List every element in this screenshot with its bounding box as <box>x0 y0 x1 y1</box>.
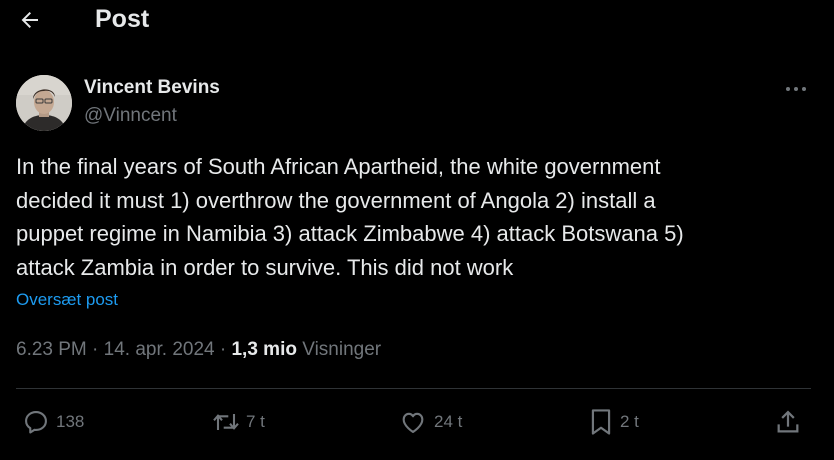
arrow-left-icon <box>21 12 38 28</box>
divider <box>16 388 811 389</box>
views-count: 1,3 mio <box>231 339 297 360</box>
author-handle[interactable]: @Vinncent <box>84 105 177 127</box>
post-header: Post <box>0 0 834 42</box>
bookmark-button[interactable]: 2 t <box>588 404 639 440</box>
heart-icon <box>402 412 424 433</box>
like-count: 24 t <box>434 412 463 431</box>
reply-button[interactable]: 138 <box>22 404 84 440</box>
repost-count: 7 t <box>246 412 265 431</box>
post-metadata: 6.23 PM · 14. apr. 2024 · 1,3 mio Visnin… <box>16 339 381 361</box>
post-text: In the final years of South African Apar… <box>16 154 684 280</box>
repost-button[interactable]: 7 t <box>210 404 265 440</box>
repost-icon <box>213 414 239 430</box>
views-label: Visninger <box>296 339 382 360</box>
bookmark-count: 2 t <box>620 412 639 431</box>
bookmark-icon <box>591 409 611 435</box>
share-icon <box>777 410 799 433</box>
back-button[interactable] <box>14 4 46 36</box>
meta-separator: · <box>86 339 104 360</box>
post-time[interactable]: 6.23 PM <box>16 339 87 360</box>
meta-separator: · <box>214 339 232 360</box>
page-title: Post <box>95 5 150 33</box>
author-name[interactable]: Vincent Bevins <box>84 77 220 99</box>
more-horizontal-icon <box>786 87 806 91</box>
reply-count: 138 <box>56 412 85 431</box>
profile-photo-icon <box>16 75 72 131</box>
post-date[interactable]: 14. apr. 2024 <box>104 339 215 360</box>
like-button[interactable]: 24 t <box>398 404 462 440</box>
translate-post-link[interactable]: Oversæt post <box>16 290 118 310</box>
share-button[interactable] <box>774 404 802 440</box>
more-options-button[interactable] <box>780 78 812 100</box>
avatar[interactable] <box>16 75 72 131</box>
reply-icon <box>25 411 47 434</box>
